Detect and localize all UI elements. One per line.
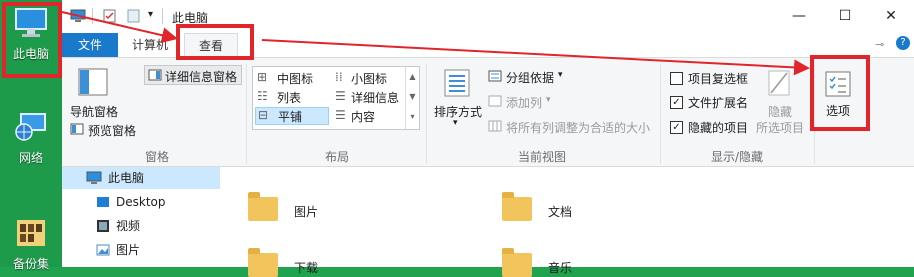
arrow-to-view-tab <box>61 11 178 44</box>
arrow-to-options <box>261 39 810 76</box>
annotation-arrows <box>61 11 810 76</box>
